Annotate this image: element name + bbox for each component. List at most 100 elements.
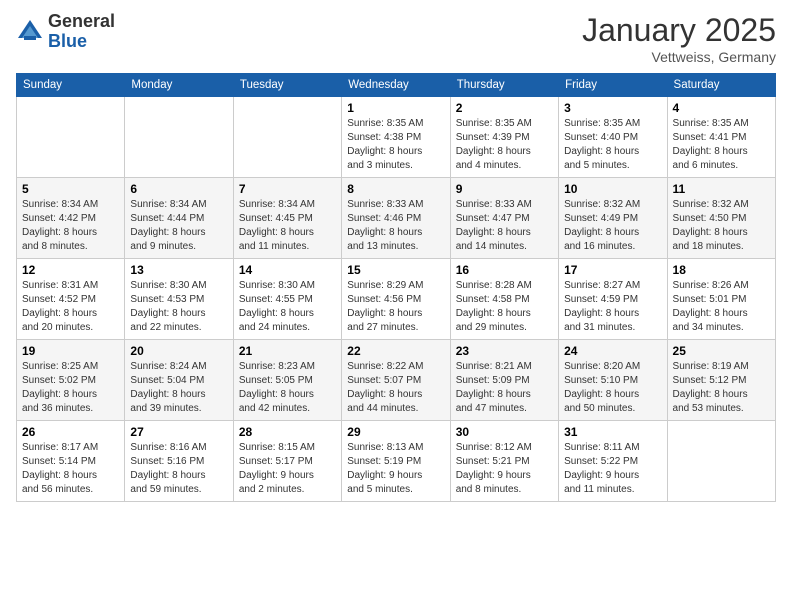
day-number: 18	[673, 263, 770, 277]
day-number: 29	[347, 425, 444, 439]
day-number: 15	[347, 263, 444, 277]
day-info: Sunrise: 8:28 AM Sunset: 4:58 PM Dayligh…	[456, 279, 553, 335]
location: Vettweiss, Germany	[582, 49, 776, 65]
day-info: Sunrise: 8:27 AM Sunset: 4:59 PM Dayligh…	[564, 279, 661, 335]
logo-icon	[16, 18, 44, 46]
calendar-cell	[17, 97, 125, 178]
calendar-cell: 22Sunrise: 8:22 AM Sunset: 5:07 PM Dayli…	[342, 340, 450, 421]
day-info: Sunrise: 8:24 AM Sunset: 5:04 PM Dayligh…	[130, 360, 227, 416]
calendar-header-saturday: Saturday	[667, 74, 775, 97]
day-info: Sunrise: 8:26 AM Sunset: 5:01 PM Dayligh…	[673, 279, 770, 335]
day-info: Sunrise: 8:35 AM Sunset: 4:39 PM Dayligh…	[456, 117, 553, 173]
calendar-cell: 27 Sunrise: 8:16 AM Sunset: 5:16 PM Dayli…	[125, 421, 233, 502]
day-number: 3	[564, 101, 661, 115]
day-info: Sunrise: 8:34 AM Sunset: 4:44 PM Dayligh…	[130, 198, 227, 254]
day-info: Sunrise: 8:17 AM Sunset: 5:14 PM Dayligh…	[22, 441, 119, 497]
day-info: Sunrise: 8:20 AM Sunset: 5:10 PM Dayligh…	[564, 360, 661, 416]
calendar-table: SundayMondayTuesdayWednesdayThursdayFrid…	[16, 73, 776, 502]
logo: General Blue	[16, 12, 115, 52]
day-info: Sunrise: 8:21 AM Sunset: 5:09 PM Dayligh…	[456, 360, 553, 416]
day-number: 25	[673, 344, 770, 358]
day-number: 9	[456, 182, 553, 196]
day-number: 17	[564, 263, 661, 277]
logo-blue-text: Blue	[48, 31, 87, 51]
calendar-cell: 21 Sunrise: 8:23 AM Sunset: 5:05 PM Dayli…	[233, 340, 341, 421]
day-number: 14	[239, 263, 336, 277]
day-number: 2	[456, 101, 553, 115]
day-info: Sunrise: 8:25 AM Sunset: 5:02 PM Dayligh…	[22, 360, 119, 416]
calendar-header-tuesday: Tuesday	[233, 74, 341, 97]
calendar-cell: 23 Sunrise: 8:21 AM Sunset: 5:09 PM Dayli…	[450, 340, 558, 421]
calendar-header-friday: Friday	[559, 74, 667, 97]
month-title: January 2025	[582, 12, 776, 49]
day-info: Sunrise: 8:35 AM Sunset: 4:38 PM Dayligh…	[347, 117, 444, 173]
calendar-cell: 3Sunrise: 8:35 AM Sunset: 4:40 PM Daylig…	[559, 97, 667, 178]
day-info: Sunrise: 8:19 AM Sunset: 5:12 PM Dayligh…	[673, 360, 770, 416]
calendar-cell: 14 Sunrise: 8:30 AM Sunset: 4:55 PM Dayli…	[233, 259, 341, 340]
calendar-cell	[667, 421, 775, 502]
title-block: January 2025 Vettweiss, Germany	[582, 12, 776, 65]
day-number: 30	[456, 425, 553, 439]
calendar-cell: 15Sunrise: 8:29 AM Sunset: 4:56 PM Dayli…	[342, 259, 450, 340]
calendar-cell	[233, 97, 341, 178]
day-info: Sunrise: 8:33 AM Sunset: 4:46 PM Dayligh…	[347, 198, 444, 254]
calendar-cell: 16 Sunrise: 8:28 AM Sunset: 4:58 PM Dayli…	[450, 259, 558, 340]
day-number: 6	[130, 182, 227, 196]
calendar-cell: 7 Sunrise: 8:34 AM Sunset: 4:45 PM Daylig…	[233, 178, 341, 259]
calendar-cell: 17 Sunrise: 8:27 AM Sunset: 4:59 PM Dayli…	[559, 259, 667, 340]
day-info: Sunrise: 8:30 AM Sunset: 4:53 PM Dayligh…	[130, 279, 227, 335]
day-info: Sunrise: 8:13 AM Sunset: 5:19 PM Dayligh…	[347, 441, 444, 497]
calendar-cell: 28Sunrise: 8:15 AM Sunset: 5:17 PM Dayli…	[233, 421, 341, 502]
calendar-cell: 11Sunrise: 8:32 AM Sunset: 4:50 PM Dayli…	[667, 178, 775, 259]
day-number: 11	[673, 182, 770, 196]
day-info: Sunrise: 8:34 AM Sunset: 4:45 PM Dayligh…	[239, 198, 336, 254]
day-info: Sunrise: 8:23 AM Sunset: 5:05 PM Dayligh…	[239, 360, 336, 416]
calendar-header-wednesday: Wednesday	[342, 74, 450, 97]
calendar-cell: 6 Sunrise: 8:34 AM Sunset: 4:44 PM Daylig…	[125, 178, 233, 259]
calendar-cell: 5 Sunrise: 8:34 AM Sunset: 4:42 PM Daylig…	[17, 178, 125, 259]
day-number: 24	[564, 344, 661, 358]
calendar-week-4: 26 Sunrise: 8:17 AM Sunset: 5:14 PM Dayli…	[17, 421, 776, 502]
calendar-cell: 19 Sunrise: 8:25 AM Sunset: 5:02 PM Dayli…	[17, 340, 125, 421]
day-number: 16	[456, 263, 553, 277]
calendar-cell: 8Sunrise: 8:33 AM Sunset: 4:46 PM Daylig…	[342, 178, 450, 259]
day-number: 20	[130, 344, 227, 358]
calendar-cell: 10 Sunrise: 8:32 AM Sunset: 4:49 PM Dayli…	[559, 178, 667, 259]
day-info: Sunrise: 8:12 AM Sunset: 5:21 PM Dayligh…	[456, 441, 553, 497]
calendar-cell: 2 Sunrise: 8:35 AM Sunset: 4:39 PM Daylig…	[450, 97, 558, 178]
calendar-header-row: SundayMondayTuesdayWednesdayThursdayFrid…	[17, 74, 776, 97]
day-number: 21	[239, 344, 336, 358]
calendar-week-2: 12 Sunrise: 8:31 AM Sunset: 4:52 PM Dayli…	[17, 259, 776, 340]
calendar-cell	[125, 97, 233, 178]
day-info: Sunrise: 8:11 AM Sunset: 5:22 PM Dayligh…	[564, 441, 661, 497]
day-number: 26	[22, 425, 119, 439]
day-info: Sunrise: 8:16 AM Sunset: 5:16 PM Dayligh…	[130, 441, 227, 497]
day-number: 7	[239, 182, 336, 196]
calendar-cell: 24 Sunrise: 8:20 AM Sunset: 5:10 PM Dayli…	[559, 340, 667, 421]
logo-general-text: General	[48, 11, 115, 31]
day-number: 10	[564, 182, 661, 196]
calendar-cell: 18 Sunrise: 8:26 AM Sunset: 5:01 PM Dayli…	[667, 259, 775, 340]
calendar-header-monday: Monday	[125, 74, 233, 97]
calendar-cell: 26 Sunrise: 8:17 AM Sunset: 5:14 PM Dayli…	[17, 421, 125, 502]
day-number: 1	[347, 101, 444, 115]
day-info: Sunrise: 8:32 AM Sunset: 4:49 PM Dayligh…	[564, 198, 661, 254]
calendar-cell: 12 Sunrise: 8:31 AM Sunset: 4:52 PM Dayli…	[17, 259, 125, 340]
day-info: Sunrise: 8:33 AM Sunset: 4:47 PM Dayligh…	[456, 198, 553, 254]
day-info: Sunrise: 8:30 AM Sunset: 4:55 PM Dayligh…	[239, 279, 336, 335]
day-number: 5	[22, 182, 119, 196]
calendar-cell: 13Sunrise: 8:30 AM Sunset: 4:53 PM Dayli…	[125, 259, 233, 340]
calendar-week-3: 19 Sunrise: 8:25 AM Sunset: 5:02 PM Dayli…	[17, 340, 776, 421]
header: General Blue January 2025 Vettweiss, Ger…	[16, 12, 776, 65]
day-info: Sunrise: 8:22 AM Sunset: 5:07 PM Dayligh…	[347, 360, 444, 416]
day-number: 27	[130, 425, 227, 439]
day-info: Sunrise: 8:34 AM Sunset: 4:42 PM Dayligh…	[22, 198, 119, 254]
day-number: 31	[564, 425, 661, 439]
calendar-cell: 30 Sunrise: 8:12 AM Sunset: 5:21 PM Dayli…	[450, 421, 558, 502]
day-info: Sunrise: 8:15 AM Sunset: 5:17 PM Dayligh…	[239, 441, 336, 497]
day-info: Sunrise: 8:31 AM Sunset: 4:52 PM Dayligh…	[22, 279, 119, 335]
day-number: 19	[22, 344, 119, 358]
day-number: 12	[22, 263, 119, 277]
day-number: 23	[456, 344, 553, 358]
calendar-week-0: 1 Sunrise: 8:35 AM Sunset: 4:38 PM Daylig…	[17, 97, 776, 178]
